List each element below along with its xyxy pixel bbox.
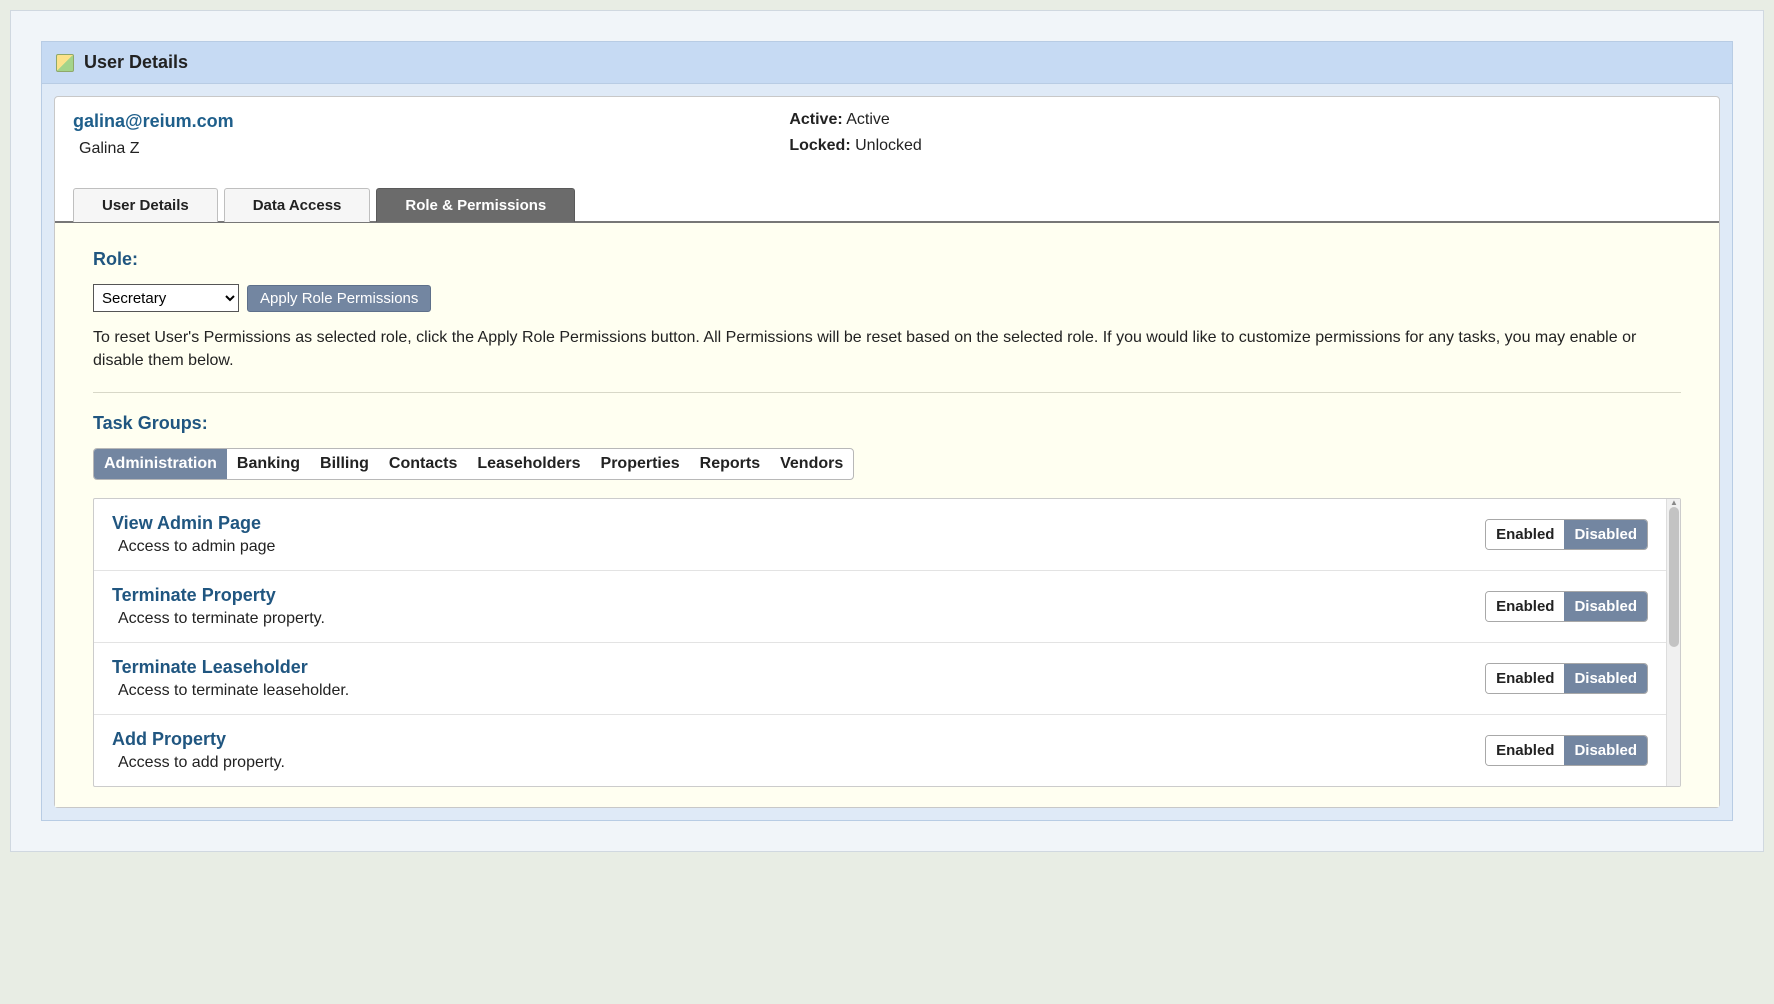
task-description: Access to terminate leaseholder. [118,682,1485,700]
tab-user-details[interactable]: User Details [73,188,218,222]
task-item: View Admin Page Access to admin pageEnabl… [94,499,1666,571]
task-item: Terminate Leaseholder Access to terminate… [94,643,1666,715]
task-tab-leaseholders[interactable]: Leaseholders [467,449,590,479]
enabled-button[interactable]: Enabled [1486,520,1564,549]
user-name: Galina Z [79,140,789,158]
role-help-text: To reset User's Permissions as selected … [93,326,1681,372]
disabled-button[interactable]: Disabled [1564,520,1647,549]
task-tab-contacts[interactable]: Contacts [379,449,467,479]
status-locked: Locked: Unlocked [789,137,1701,155]
task-title: Add Property [112,729,1485,750]
task-tab-banking[interactable]: Banking [227,449,310,479]
task-description: Access to terminate property. [118,610,1485,628]
active-value: Active [846,111,890,128]
disabled-button[interactable]: Disabled [1564,736,1647,765]
task-group-tabs: AdministrationBankingBillingContactsLeas… [93,448,854,480]
task-title: View Admin Page [112,513,1485,534]
role-heading: Role: [93,249,1681,270]
role-permissions-content: Role: Secretary Apply Role Permissions T… [55,223,1719,807]
enable-disable-toggle: EnabledDisabled [1485,663,1648,694]
tab-role-permissions[interactable]: Role & Permissions [376,188,575,222]
enable-disable-toggle: EnabledDisabled [1485,591,1648,622]
task-description: Access to add property. [118,754,1485,772]
user-email[interactable]: galina@reium.com [73,111,789,132]
disabled-button[interactable]: Disabled [1564,664,1647,693]
task-item: Terminate Property Access to terminate pr… [94,571,1666,643]
task-tab-billing[interactable]: Billing [310,449,379,479]
enabled-button[interactable]: Enabled [1486,664,1564,693]
enabled-button[interactable]: Enabled [1486,592,1564,621]
task-tab-administration[interactable]: Administration [94,449,227,479]
disabled-button[interactable]: Disabled [1564,592,1647,621]
scrollbar[interactable]: ▲ [1666,499,1680,786]
user-card: galina@reium.com Galina Z Active: Active… [54,96,1720,808]
task-groups-heading: Task Groups: [93,413,1681,434]
task-list: View Admin PageAccess to admin pageEnabl… [94,499,1666,786]
task-title: Terminate Leaseholder [112,657,1485,678]
task-description: Access to admin page [118,538,1485,556]
locked-value: Unlocked [855,137,922,154]
main-tabs: User DetailsData AccessRole & Permission… [55,173,1719,223]
scroll-up-arrow[interactable]: ▲ [1669,499,1679,507]
panel-header: User Details [42,42,1732,84]
task-title: Terminate Property [112,585,1485,606]
task-tab-vendors[interactable]: Vendors [770,449,853,479]
role-select[interactable]: Secretary [93,284,239,312]
panel-title: User Details [84,52,188,73]
enable-disable-toggle: EnabledDisabled [1485,519,1648,550]
scroll-thumb[interactable] [1669,507,1679,647]
tab-data-access[interactable]: Data Access [224,188,371,222]
enabled-button[interactable]: Enabled [1486,736,1564,765]
locked-label: Locked: [789,137,850,154]
task-tab-properties[interactable]: Properties [591,449,690,479]
user-details-panel: User Details galina@reium.com Galina Z A… [41,41,1733,821]
task-list-container: View Admin PageAccess to admin pageEnabl… [93,498,1681,787]
active-label: Active: [789,111,842,128]
status-active: Active: Active [789,111,1701,129]
user-details-icon [56,54,74,72]
task-tab-reports[interactable]: Reports [690,449,770,479]
task-item: Add Property Access to add property.Enabl… [94,715,1666,786]
section-divider [93,392,1681,393]
apply-role-permissions-button[interactable]: Apply Role Permissions [247,285,431,312]
enable-disable-toggle: EnabledDisabled [1485,735,1648,766]
